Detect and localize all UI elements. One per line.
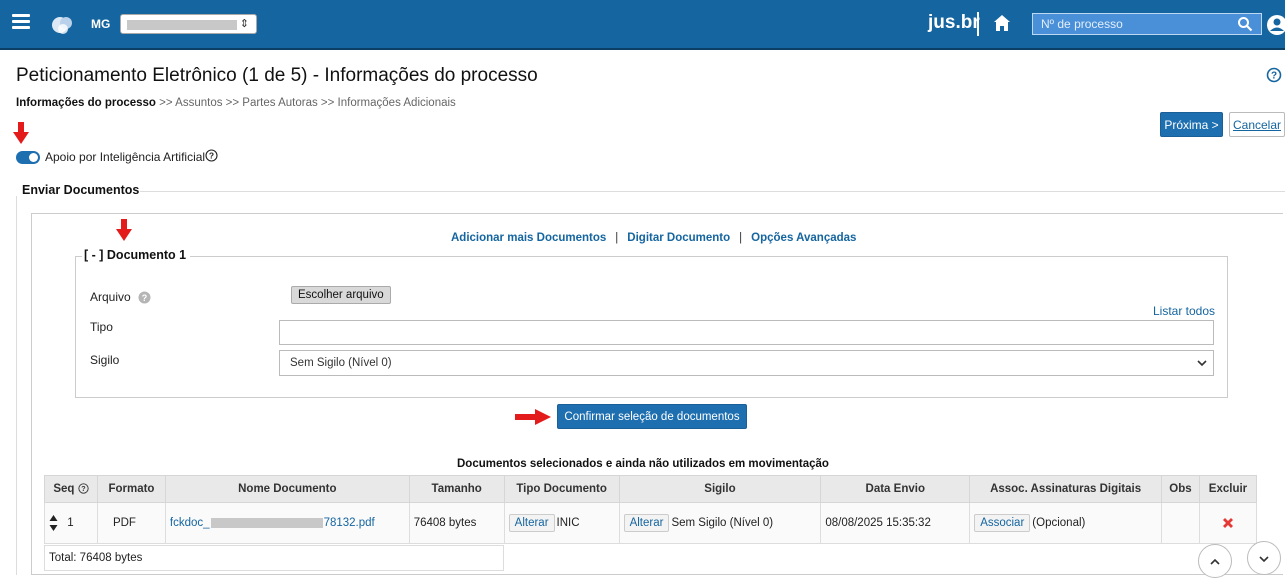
- breadcrumb-steps: >> Assuntos >> Partes Autoras >> Informa…: [159, 97, 456, 109]
- column-header-format: Formato: [96, 475, 166, 503]
- obs-cell: [1160, 502, 1200, 544]
- confirm-selection-button[interactable]: Confirmar seleção de documentos: [557, 404, 747, 429]
- seq-value: 1: [67, 517, 74, 530]
- column-header-signatures: Assoc. Assinaturas Digitais: [969, 475, 1162, 503]
- delete-icon[interactable]: [1222, 517, 1234, 529]
- type-document-link[interactable]: Digitar Documento: [627, 232, 730, 244]
- document-name-suffix: 78132.pdf: [323, 517, 375, 529]
- column-header-size: Tamanho: [408, 475, 505, 503]
- document-type-input[interactable]: [279, 320, 1214, 345]
- table-row: 1 PDF fckdoc_ 78132.pdf 76408 bytes Alter…: [44, 502, 1258, 544]
- column-header-doc-type: Tipo Documento: [503, 475, 620, 503]
- chevron-up-icon: [1210, 558, 1220, 565]
- search-icon[interactable]: [1237, 16, 1253, 32]
- svg-text:?: ?: [1271, 71, 1277, 82]
- table-caption: Documentos selecionados e ainda não util…: [457, 458, 829, 470]
- chevron-down-icon: [1197, 360, 1207, 367]
- annotation-arrow-down-icon: [116, 219, 132, 241]
- choose-file-button[interactable]: Escolher arquivo: [291, 286, 391, 304]
- column-header-date: Data Envio: [820, 475, 971, 503]
- user-icon[interactable]: [1266, 14, 1285, 36]
- column-header-seq[interactable]: Seq ?: [44, 475, 98, 503]
- home-icon[interactable]: [993, 14, 1011, 32]
- column-header-name: Nome Documento: [164, 475, 410, 503]
- add-documents-link[interactable]: Adicionar mais Documentos: [451, 232, 606, 244]
- document-name-link[interactable]: fckdoc_ 78132.pdf: [170, 517, 375, 529]
- doc-type-cell: Alterar INIC: [503, 502, 620, 544]
- name-cell: fckdoc_ 78132.pdf: [164, 502, 410, 544]
- format-cell: PDF: [96, 502, 166, 544]
- file-help-icon[interactable]: ?: [138, 291, 151, 304]
- process-search: [1032, 13, 1262, 35]
- secrecy-select-value: Sem Sigilo (Nível 0): [290, 357, 392, 369]
- svg-text:?: ?: [81, 485, 85, 494]
- breadcrumb-current: Informações do processo: [16, 97, 156, 109]
- svg-text:?: ?: [209, 151, 214, 161]
- secrecy-cell: Alterar Sem Sigilo (Nível 0): [618, 502, 822, 544]
- top-bar: MG ⇕ jus.br: [0, 0, 1285, 50]
- associate-signature-button[interactable]: Associar: [974, 514, 1031, 532]
- advanced-options-link[interactable]: Opções Avançadas: [751, 232, 856, 244]
- type-label: Tipo: [90, 320, 113, 334]
- help-icon[interactable]: ?: [1266, 67, 1282, 83]
- document-legend[interactable]: [ - ] Documento 1: [82, 248, 191, 262]
- cancel-button[interactable]: Cancelar: [1229, 112, 1285, 137]
- organization-select[interactable]: ⇕: [120, 14, 257, 34]
- list-all-link[interactable]: Listar todos: [1153, 304, 1215, 318]
- ai-help-icon[interactable]: ?: [205, 149, 218, 162]
- total-size: Total: 76408 bytes: [44, 545, 504, 571]
- scroll-up-button[interactable]: [1198, 544, 1232, 578]
- column-header-obs: Obs: [1160, 475, 1200, 503]
- svg-text:?: ?: [142, 293, 148, 303]
- scroll-down-button[interactable]: [1247, 541, 1281, 575]
- file-label: Arquivo: [90, 290, 131, 304]
- header-divider: [977, 12, 979, 36]
- select-arrows-icon: ⇕: [239, 18, 249, 30]
- logo-icon: [52, 17, 72, 34]
- alter-secrecy-button[interactable]: Alterar: [623, 514, 670, 532]
- secrecy-value: Sem Sigilo (Nível 0): [671, 517, 774, 529]
- seq-cell: 1: [44, 502, 98, 544]
- column-header-delete: Excluir: [1198, 475, 1258, 503]
- signatures-cell: Associar (Opcional): [969, 502, 1162, 544]
- annotation-arrow-down-icon: [13, 122, 29, 144]
- chevron-down-icon: [1259, 556, 1269, 563]
- section-divider: [140, 191, 1285, 192]
- ai-support-toggle[interactable]: [16, 151, 40, 164]
- column-header-label: Seq: [53, 483, 75, 495]
- redacted-value: [127, 20, 237, 30]
- doc-type-value: INIC: [556, 517, 580, 529]
- next-button[interactable]: Próxima >: [1160, 112, 1223, 137]
- menu-icon[interactable]: [12, 14, 30, 30]
- associate-note: (Opcional): [1032, 517, 1086, 529]
- alter-doc-type-button[interactable]: Alterar: [508, 514, 555, 532]
- breadcrumb: Informações do processo >> Assuntos >> P…: [16, 97, 456, 109]
- reorder-arrows-icon[interactable]: [49, 514, 58, 532]
- secrecy-label: Sigilo: [90, 353, 120, 367]
- section-border: [16, 196, 17, 575]
- size-cell: 76408 bytes: [408, 502, 505, 544]
- state-label: MG: [91, 17, 111, 31]
- link-separator: |: [739, 232, 743, 244]
- process-number-input[interactable]: [1033, 14, 1223, 34]
- document-actions: Adicionar mais Documentos | Digitar Docume…: [451, 232, 856, 244]
- column-header-secrecy: Sigilo: [618, 475, 822, 503]
- ai-support-label: Apoio por Inteligência Artificial: [45, 150, 206, 164]
- documents-table: Seq ? Formato Nome Documento Tamanho Tip…: [44, 475, 1258, 544]
- table-header-row: Seq ? Formato Nome Documento Tamanho Tip…: [44, 475, 1258, 503]
- secrecy-select[interactable]: Sem Sigilo (Nível 0): [279, 350, 1214, 376]
- date-cell: 08/08/2025 15:35:32: [820, 502, 971, 544]
- page-title: Peticionamento Eletrônico (1 de 5) - Inf…: [16, 65, 538, 86]
- delete-cell: [1198, 502, 1258, 544]
- section-title: Enviar Documentos: [22, 183, 140, 197]
- document-name-prefix: fckdoc_: [169, 517, 210, 529]
- link-separator: |: [615, 232, 619, 244]
- redacted-value: [210, 517, 323, 528]
- annotation-arrow-right-icon: [515, 409, 551, 425]
- brand-logo[interactable]: jus.br: [928, 12, 980, 34]
- help-icon[interactable]: ?: [78, 483, 89, 495]
